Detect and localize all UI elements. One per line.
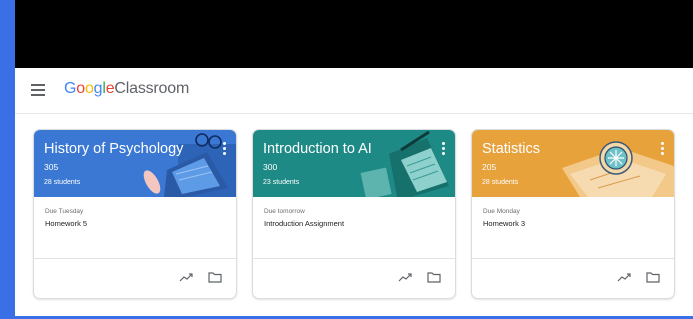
hamburger-menu-icon[interactable] — [31, 84, 45, 96]
trending-up-icon[interactable] — [179, 271, 193, 283]
class-section: 205 — [482, 162, 497, 172]
due-label: Due Tuesday — [45, 208, 84, 215]
class-card-header[interactable]: Introduction to AI 300 23 students — [253, 130, 455, 197]
folder-icon[interactable] — [208, 271, 222, 283]
due-label: Due tomorrow — [264, 208, 305, 215]
class-card-body: Due Tuesday Homework 5 — [34, 197, 236, 259]
folder-icon[interactable] — [646, 271, 660, 283]
trending-up-icon[interactable] — [398, 271, 412, 283]
class-card-footer — [472, 258, 674, 298]
more-options-icon[interactable] — [442, 142, 446, 156]
student-count: 28 students — [44, 179, 81, 186]
class-card-history-of-psychology: History of Psychology 305 28 students Du… — [33, 129, 237, 299]
app-bar: GoogleClassroom — [15, 68, 693, 114]
assignment-link[interactable]: Homework 5 — [45, 219, 87, 228]
class-card-introduction-to-ai: Introduction to AI 300 23 students Due t… — [252, 129, 456, 299]
logo-letter: o — [76, 80, 85, 97]
google-classroom-logo[interactable]: GoogleClassroom — [64, 80, 189, 98]
class-title[interactable]: Introduction to AI — [263, 141, 372, 157]
logo-letter: o — [84, 80, 94, 97]
more-options-icon[interactable] — [223, 142, 227, 156]
class-section: 305 — [44, 162, 59, 172]
assignment-link[interactable]: Introduction Assignment — [264, 219, 344, 228]
class-section: 300 — [263, 162, 278, 172]
class-card-footer — [253, 258, 455, 298]
folder-icon[interactable] — [427, 271, 441, 283]
logo-letter: G — [64, 80, 77, 97]
class-title[interactable]: Statistics — [482, 141, 540, 157]
top-black-bar — [15, 0, 693, 68]
class-card-body: Due tomorrow Introduction Assignment — [253, 197, 455, 259]
logo-product-name: Classroom — [114, 80, 190, 97]
due-label: Due Monday — [483, 208, 520, 215]
assignment-link[interactable]: Homework 3 — [483, 219, 525, 228]
class-card-header[interactable]: Statistics 205 28 students — [472, 130, 674, 197]
class-card-footer — [34, 258, 236, 298]
more-options-icon[interactable] — [661, 142, 665, 156]
student-count: 23 students — [263, 179, 300, 186]
class-card-statistics: Statistics 205 28 students Due Monday Ho… — [471, 129, 675, 299]
class-card-header[interactable]: History of Psychology 305 28 students — [34, 130, 236, 197]
student-count: 28 students — [482, 179, 519, 186]
trending-up-icon[interactable] — [617, 271, 631, 283]
browser-screen: GoogleClassroom History of Psychology 30… — [15, 0, 693, 316]
class-title[interactable]: History of Psychology — [44, 141, 183, 157]
class-card-body: Due Monday Homework 3 — [472, 197, 674, 259]
